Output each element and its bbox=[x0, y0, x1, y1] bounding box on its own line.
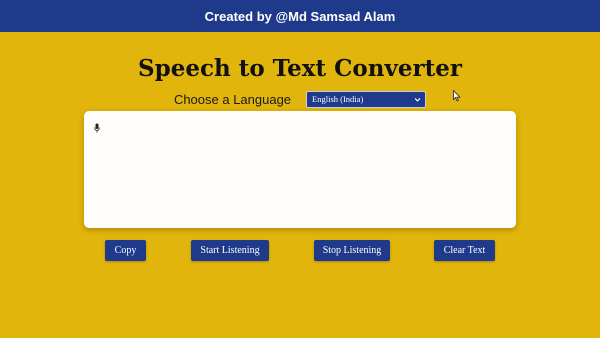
clear-text-button[interactable]: Clear Text bbox=[434, 240, 495, 261]
stop-listening-button[interactable]: Stop Listening bbox=[314, 240, 390, 261]
microphone-icon bbox=[94, 120, 100, 133]
start-listening-button[interactable]: Start Listening bbox=[191, 240, 269, 261]
language-selected-value: English (India) bbox=[312, 94, 364, 104]
mouse-pointer-icon bbox=[453, 89, 461, 102]
header-credit: Created by @Md Samsad Alam bbox=[204, 8, 396, 24]
language-select[interactable]: English (India) bbox=[306, 90, 427, 108]
transcript-textarea[interactable] bbox=[84, 111, 516, 228]
chevron-down-icon bbox=[414, 96, 421, 103]
language-row: Choose a Language English (India) bbox=[0, 90, 600, 108]
copy-button[interactable]: Copy bbox=[105, 240, 146, 261]
language-label: Choose a Language bbox=[173, 91, 292, 107]
page-title: Speech to Text Converter bbox=[138, 55, 462, 82]
header-bar: Created by @Md Samsad Alam bbox=[0, 0, 600, 32]
